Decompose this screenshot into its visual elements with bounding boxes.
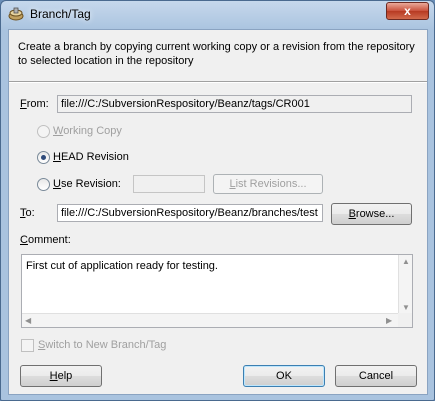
scroll-corner [398, 313, 412, 327]
to-url-input[interactable]: file:///C:/SubversionRespository/Beanz/b… [57, 204, 323, 222]
radio-selected-dot [41, 155, 46, 160]
working-copy-label: Working Copy [53, 125, 122, 137]
window-title: Branch/Tag [30, 7, 91, 21]
to-label: To: [20, 207, 35, 219]
branch-tag-dialog: Branch/Tag x Create a branch by copying … [0, 0, 435, 401]
header-panel: Create a branch by copying current worki… [9, 30, 427, 75]
scroll-down-icon[interactable]: ▼ [402, 303, 410, 313]
list-revisions-button[interactable]: List Revisions... [213, 174, 323, 194]
head-revision-radio[interactable] [37, 151, 50, 164]
use-revision-radio[interactable] [37, 178, 50, 191]
dialog-description: Create a branch by copying current worki… [18, 41, 415, 67]
help-button[interactable]: Help [20, 365, 102, 387]
switch-branch-checkbox[interactable] [21, 339, 34, 352]
scroll-up-icon[interactable]: ▲ [402, 257, 410, 267]
cancel-button[interactable]: Cancel [335, 365, 417, 387]
use-revision-label: Use Revision: [53, 178, 121, 190]
comment-text: First cut of application ready for testi… [26, 260, 218, 272]
vertical-scrollbar[interactable]: ▲ ▼ [398, 255, 412, 315]
horizontal-scrollbar[interactable]: ◀ ▶ [22, 313, 398, 327]
head-revision-label: HEAD Revision [53, 151, 129, 163]
to-url-text: file:///C:/SubversionRespository/Beanz/b… [61, 207, 318, 219]
from-url-text: file:///C:/SubversionRespository/Beanz/t… [61, 98, 310, 110]
dialog-body: Create a branch by copying current worki… [8, 29, 428, 395]
close-icon: x [404, 4, 411, 18]
browse-button[interactable]: Browse... [331, 203, 412, 225]
scroll-left-icon[interactable]: ◀ [25, 316, 31, 326]
ok-button[interactable]: OK [243, 365, 325, 387]
title-bar[interactable]: Branch/Tag x [1, 1, 434, 29]
switch-branch-label: Switch to New Branch/Tag [38, 339, 167, 351]
app-icon [8, 6, 24, 22]
comment-label: Comment: [20, 234, 71, 246]
from-url-field[interactable]: file:///C:/SubversionRespository/Beanz/t… [57, 95, 412, 113]
close-button[interactable]: x [386, 2, 429, 20]
header-separator [9, 81, 427, 83]
working-copy-radio[interactable] [37, 125, 50, 138]
revision-number-input[interactable] [133, 175, 205, 193]
from-label: From: [20, 98, 49, 110]
scroll-right-icon[interactable]: ▶ [386, 316, 392, 326]
comment-textarea[interactable]: First cut of application ready for testi… [21, 254, 413, 328]
